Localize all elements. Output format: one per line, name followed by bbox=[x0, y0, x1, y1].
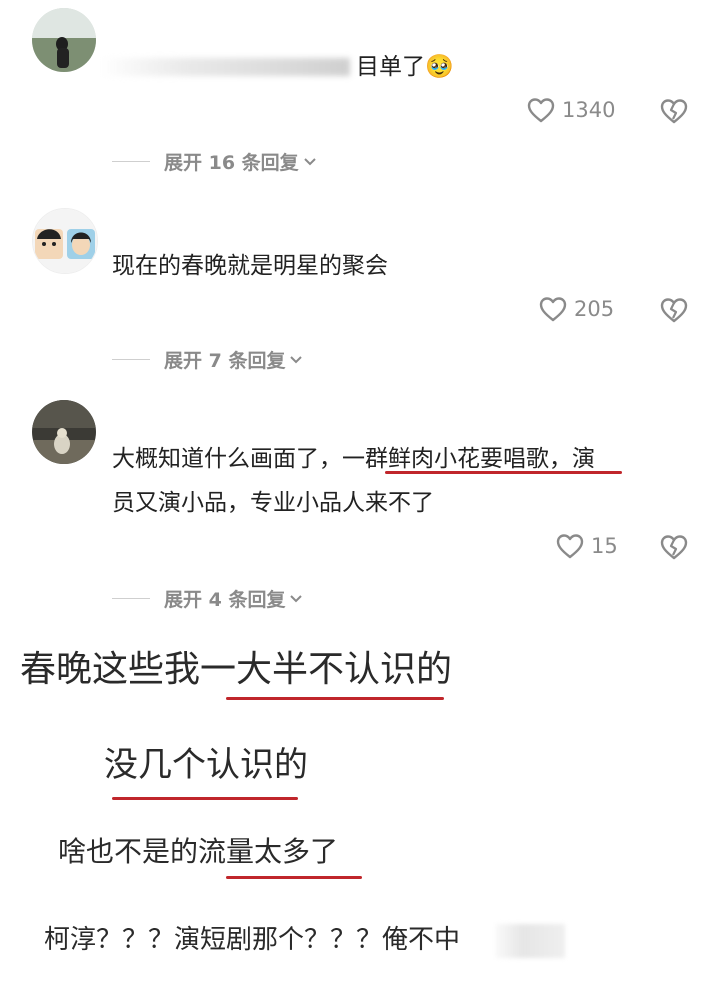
like-button[interactable]: 15 bbox=[555, 532, 618, 560]
red-underline bbox=[385, 471, 622, 474]
red-underline bbox=[112, 797, 298, 800]
expand-replies-button[interactable]: 展开 7 条回复 bbox=[112, 346, 303, 373]
crying-emoji: 🥹 bbox=[425, 54, 454, 80]
chevron-down-icon bbox=[290, 355, 303, 363]
avatar[interactable] bbox=[32, 8, 96, 72]
heart-outline-icon bbox=[527, 98, 555, 123]
comment-text: 现在的春晚就是明星的聚会 bbox=[112, 253, 388, 279]
divider-line bbox=[112, 598, 150, 599]
avatar[interactable] bbox=[32, 400, 96, 464]
dislike-button[interactable] bbox=[658, 533, 690, 565]
dislike-button[interactable] bbox=[658, 296, 690, 328]
chevron-down-icon bbox=[303, 157, 316, 165]
red-underline bbox=[226, 876, 362, 879]
broken-heart-icon bbox=[660, 298, 688, 323]
caption-4: 柯淳？？？演短剧那个？？？俺不中 bbox=[44, 925, 461, 955]
like-button[interactable]: 1340 bbox=[526, 96, 615, 124]
like-count: 205 bbox=[574, 297, 615, 321]
avatar-image bbox=[32, 400, 96, 464]
red-underline bbox=[226, 697, 444, 700]
expand-replies-button[interactable]: 展开 4 条回复 bbox=[112, 585, 303, 612]
comment-text: 目单了🥹 bbox=[356, 54, 454, 80]
avatar-image bbox=[33, 209, 97, 273]
expand-replies-label: 展开 7 条回复 bbox=[164, 350, 286, 372]
avatar-image bbox=[32, 8, 96, 72]
dislike-button[interactable] bbox=[658, 97, 690, 129]
blurred-text-tail bbox=[495, 924, 565, 958]
expand-replies-label: 展开 4 条回复 bbox=[164, 589, 286, 611]
caption-1: 春晚这些我一大半不认识的 bbox=[20, 649, 453, 690]
expand-replies-label: 展开 16 条回复 bbox=[164, 152, 299, 174]
comment-text-line2: 员又演小品，专业小品人来不了 bbox=[112, 490, 434, 516]
like-count: 1340 bbox=[562, 98, 616, 122]
like-button[interactable]: 205 bbox=[538, 295, 614, 323]
highlighted-phrase: 一群鲜肉小花要唱歌 bbox=[342, 446, 549, 472]
heart-outline-icon bbox=[556, 534, 584, 559]
caption-2: 没几个认识的 bbox=[104, 745, 308, 785]
caption-3: 啥也不是的流量太多了 bbox=[58, 835, 339, 868]
expand-replies-button[interactable]: 展开 16 条回复 bbox=[112, 148, 317, 175]
divider-line bbox=[112, 161, 150, 162]
divider-line bbox=[112, 359, 150, 360]
heart-outline-icon bbox=[539, 297, 567, 322]
broken-heart-icon bbox=[660, 535, 688, 560]
avatar[interactable] bbox=[32, 208, 98, 274]
broken-heart-icon bbox=[660, 99, 688, 124]
username-blurred bbox=[100, 58, 350, 76]
chevron-down-icon bbox=[290, 594, 303, 602]
like-count: 15 bbox=[591, 534, 618, 558]
